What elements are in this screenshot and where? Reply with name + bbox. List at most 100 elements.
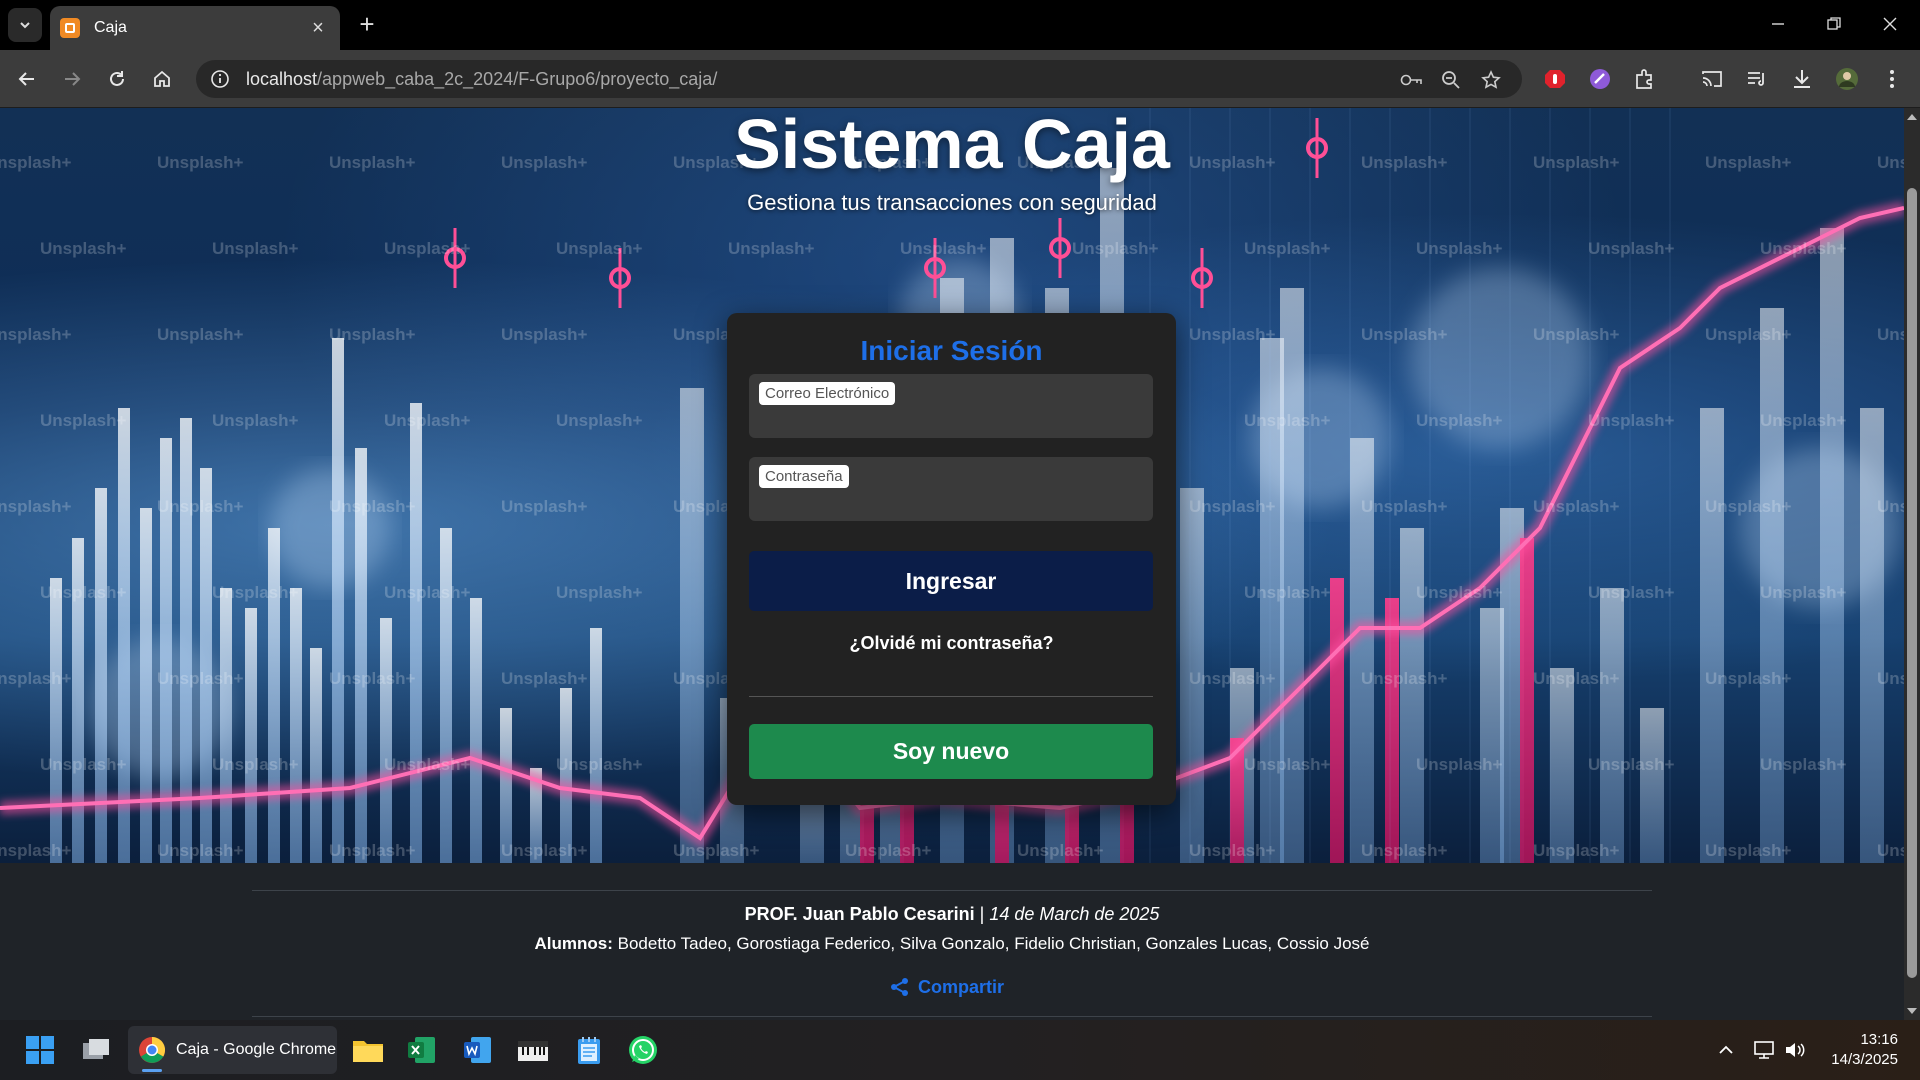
email-field[interactable]: Correo Electrónico <box>749 374 1153 438</box>
home-button[interactable] <box>145 62 179 96</box>
watermark-text: Unsplash+ <box>1244 755 1331 774</box>
web-page: Unsplash+ Unsplash+ Unsplash+ Unsplash+ Unsp… <box>0 108 1904 1020</box>
page-scrollbar[interactable] <box>1904 108 1920 1020</box>
reload-icon <box>110 71 124 86</box>
menu-dots-icon[interactable] <box>1875 62 1909 96</box>
extensions-puzzle-icon[interactable] <box>1628 62 1662 96</box>
scroll-down-arrow-icon[interactable] <box>1904 1004 1920 1018</box>
tab-title: Caja <box>94 19 127 36</box>
file-explorer-icon[interactable] <box>348 1030 388 1070</box>
professor-name: PROF. Juan Pablo Cesarini <box>744 904 975 924</box>
watermark-text: Unsplash+ <box>1877 669 1904 688</box>
show-hidden-icons-chevron-icon[interactable] <box>1706 1030 1746 1070</box>
volume-icon[interactable] <box>1775 1030 1815 1070</box>
excel-icon[interactable] <box>402 1030 442 1070</box>
watermark-text: Unsplash+ <box>157 669 244 688</box>
chart-bar <box>1640 708 1664 863</box>
watermark-text: Unsplash+ <box>1533 497 1620 516</box>
arrow-right-icon <box>65 72 81 86</box>
forward-button[interactable] <box>55 62 89 96</box>
password-input[interactable] <box>761 491 1141 515</box>
password-field[interactable]: Contraseña <box>749 457 1153 521</box>
watermark-text: Unsplash+ <box>1189 669 1276 688</box>
pink-chart-bar <box>1330 578 1344 863</box>
extension-circle-icon[interactable] <box>1583 62 1617 96</box>
restore-button[interactable] <box>1814 8 1854 40</box>
chart-bar <box>1860 408 1884 863</box>
clock-time: 13:16 <box>1860 1031 1898 1048</box>
adblock-extension-icon[interactable] <box>1538 62 1572 96</box>
close-window-button[interactable] <box>1870 8 1910 40</box>
forgot-password-link[interactable]: ¿Olvidé mi contraseña? <box>727 633 1176 654</box>
close-icon <box>1883 17 1897 31</box>
virtual-piano-icon[interactable] <box>513 1030 553 1070</box>
watermark-text: Unsplash+ <box>1189 841 1276 860</box>
chart-bar <box>140 508 152 863</box>
whatsapp-icon[interactable] <box>623 1030 663 1070</box>
watermark-text: Unsplash+ <box>1588 755 1675 774</box>
register-button[interactable]: Soy nuevo <box>749 724 1153 779</box>
download-icon[interactable] <box>1785 62 1819 96</box>
taskbar-chrome-window[interactable]: Caja - Google Chrome <box>128 1026 337 1074</box>
watermark-text: Unsplash+ <box>501 669 588 688</box>
chrome-icon <box>139 1036 166 1063</box>
chart-bar <box>268 528 280 863</box>
site-info-icon[interactable] <box>210 69 230 89</box>
word-icon[interactable] <box>458 1030 498 1070</box>
watermark-text: Unsplash+ <box>1416 411 1503 430</box>
chart-bar <box>500 708 512 863</box>
watermark-text: Unsplash+ <box>0 325 72 344</box>
bookmark-star-icon[interactable] <box>1480 69 1502 91</box>
address-bar[interactable]: localhost/appweb_caba_2c_2024/F-Grupo6/p… <box>196 60 1522 98</box>
watermark-text: Unsplash+ <box>1361 669 1448 688</box>
scrollbar-thumb[interactable] <box>1907 188 1917 978</box>
system-clock[interactable]: 13:16 14/3/2025 <box>1831 1030 1898 1070</box>
new-tab-button[interactable]: + <box>352 10 382 40</box>
restore-icon <box>1827 17 1841 30</box>
cast-icon[interactable] <box>1695 62 1729 96</box>
minimize-icon <box>1772 23 1784 25</box>
watermark-text: Unsplash+ <box>673 841 760 860</box>
watermark-text: Unsplash+ <box>728 239 815 258</box>
watermark-text: Unsplash+ <box>1877 325 1904 344</box>
bokeh-glow <box>270 468 390 588</box>
xampp-favicon-icon <box>60 18 80 38</box>
chart-bar <box>1280 288 1304 863</box>
media-controls-icon[interactable] <box>1740 62 1774 96</box>
scroll-up-arrow-icon[interactable] <box>1904 110 1920 124</box>
chart-bar <box>310 648 322 863</box>
watermark-text: Unsplash+ <box>0 497 72 516</box>
chart-bar <box>470 598 482 863</box>
task-view-icon[interactable] <box>76 1030 116 1070</box>
email-input[interactable] <box>761 408 1141 432</box>
notepad-icon[interactable] <box>569 1030 609 1070</box>
watermark-text: Unsplash+ <box>212 411 299 430</box>
watermark-text: Unsplash+ <box>1361 841 1448 860</box>
share-label: Compartir <box>918 976 1005 997</box>
zoom-icon[interactable] <box>1440 69 1462 91</box>
url-text[interactable]: localhost/appweb_caba_2c_2024/F-Grupo6/p… <box>246 69 717 90</box>
windows-start-icon[interactable] <box>20 1030 60 1070</box>
watermark-text: Unsplash+ <box>384 411 471 430</box>
tab-search-button[interactable] <box>8 8 42 42</box>
watermark-text: Unsplash+ <box>1760 239 1847 258</box>
password-key-icon[interactable] <box>1400 69 1422 91</box>
login-button[interactable]: Ingresar <box>749 551 1153 611</box>
watermark-text: Unsplash+ <box>1760 411 1847 430</box>
share-link[interactable]: Compartir <box>890 974 1004 1000</box>
footer-date: 14 de March de 2025 <box>989 904 1160 924</box>
back-button[interactable] <box>10 62 44 96</box>
browser-tab[interactable]: Caja × <box>50 6 340 50</box>
close-tab-icon[interactable]: × <box>306 17 330 40</box>
profile-avatar[interactable] <box>1830 62 1864 96</box>
watermark-text: Unsplash+ <box>1877 497 1904 516</box>
minimize-button[interactable] <box>1758 8 1798 40</box>
watermark-text: Unsplash+ <box>329 841 416 860</box>
watermark-text: Unsplash+ <box>329 497 416 516</box>
taskbar-chrome-label: Caja - Google Chrome <box>176 1041 337 1058</box>
share-icon <box>891 978 908 996</box>
footer-students: Alumnos: Bodetto Tadeo, Gorostiaga Feder… <box>0 934 1904 954</box>
watermark-text: Unsplash+ <box>556 583 643 602</box>
students-label: Alumnos: <box>534 934 613 953</box>
reload-button[interactable] <box>100 62 134 96</box>
